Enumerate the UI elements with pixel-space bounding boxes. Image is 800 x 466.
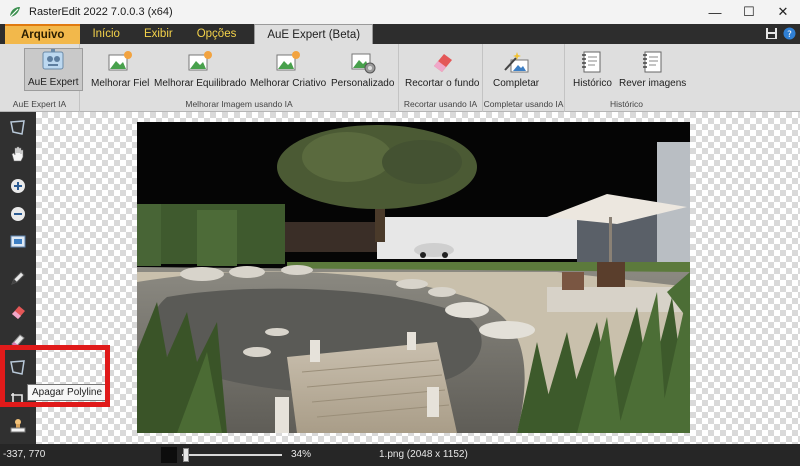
title-bar: RasterEdit 2022 7.0.0.3 (x64) — ☐ ✕ <box>0 0 800 24</box>
zoom-out-icon <box>11 207 25 221</box>
tab-exibir[interactable]: Exibir <box>132 24 185 44</box>
eraser-icon <box>434 54 453 72</box>
group-label-historico: Histórico <box>609 99 644 109</box>
ribbon-group-aue-expert: AuE Expert AuE Expert IA <box>0 44 83 112</box>
zoom-out-tool[interactable] <box>7 204 29 224</box>
zoom-in-icon <box>11 179 25 193</box>
melhorar-criativo-label: Melhorar Criativo <box>250 78 327 89</box>
minimize-button[interactable]: — <box>698 0 732 24</box>
tab-aue-expert[interactable]: AuE Expert (Beta) <box>254 24 374 44</box>
group-label-melhorar: Melhorar Imagem usando IA <box>185 99 293 109</box>
garden-render-image <box>137 122 690 433</box>
tab-inicio[interactable]: Início <box>80 24 132 44</box>
historico-button[interactable]: Histórico <box>573 50 612 89</box>
completar-label: Completar <box>493 78 540 89</box>
rever-imagens-label: Rever imagens <box>619 78 687 89</box>
zoom-slider-thumb[interactable] <box>183 448 189 462</box>
recortar-fundo-label: Recortar o fundo <box>405 78 480 89</box>
group-label-recortar: Recortar usando IA <box>403 99 478 109</box>
ribbon-group-recortar: Recortar o fundo Recortar usando IA <box>399 44 483 112</box>
historico-label: Histórico <box>573 78 612 89</box>
fit-screen-icon <box>10 235 26 248</box>
history-notebook-icon <box>582 51 601 73</box>
melhorar-criativo-button[interactable]: Melhorar Criativo <box>250 50 326 89</box>
melhorar-fiel-label: Melhorar Fiel <box>91 78 150 89</box>
stamp-icon <box>10 419 26 433</box>
fit-screen-tool[interactable] <box>7 232 29 252</box>
tab-opcoes[interactable]: Opções <box>185 24 249 44</box>
eraser-icon <box>12 306 25 319</box>
maximize-button[interactable]: ☐ <box>732 0 766 24</box>
magic-wand-icon <box>504 52 529 73</box>
hand-pan-tool[interactable] <box>7 144 29 164</box>
completar-button[interactable]: Completar <box>493 50 539 89</box>
image-enhance-icon <box>188 51 213 71</box>
zoom-in-tool[interactable] <box>7 176 29 196</box>
app-logo-icon <box>9 7 20 18</box>
cursor-coordinates: -337, 770 <box>3 449 46 460</box>
ribbon-group-melhorar: Melhorar Fiel Melhorar Equilibrado Melho… <box>80 44 399 112</box>
menu-tab-bar: Arquivo Início Exibir Opções AuE Expert … <box>0 24 800 44</box>
group-label-completar: Completar usando IA <box>483 99 564 109</box>
group-label-aue-expert: AuE Expert IA <box>12 99 67 109</box>
window-title: RasterEdit 2022 7.0.0.3 (x64) <box>29 6 173 18</box>
file-info: 1.png (2048 x 1152) <box>379 449 468 460</box>
ribbon-group-historico: Histórico Rever imagens Histórico <box>565 44 688 112</box>
image-settings-icon <box>351 53 376 74</box>
close-button[interactable]: ✕ <box>766 0 800 24</box>
tab-arquivo[interactable]: Arquivo <box>5 24 81 44</box>
melhorar-equilibrado-button[interactable]: Melhorar Equilibrado <box>154 50 246 89</box>
zoom-slider-track[interactable] <box>182 454 282 456</box>
review-notebook-icon <box>642 51 662 73</box>
pen-icon <box>11 271 25 285</box>
save-icon[interactable] <box>765 27 778 40</box>
image-enhance-icon <box>276 51 301 71</box>
ribbon: AuE Expert AuE Expert IA Melhorar Fiel M… <box>0 44 800 112</box>
ai-expert-icon <box>42 49 64 70</box>
stamp-tool[interactable] <box>7 416 29 436</box>
ribbon-group-completar: Completar Completar usando IA <box>483 44 565 112</box>
recortar-fundo-button[interactable]: Recortar o fundo <box>405 50 480 89</box>
help-icon[interactable]: ? <box>783 27 796 40</box>
color-swatch <box>161 447 177 463</box>
personalizado-label: Personalizado <box>331 78 395 89</box>
rever-imagens-button[interactable]: Rever imagens <box>619 50 686 89</box>
personalizado-button[interactable]: Personalizado <box>331 50 394 89</box>
image-enhance-icon <box>108 51 133 71</box>
hand-pan-icon <box>11 146 24 162</box>
svg-text:?: ? <box>787 30 792 40</box>
melhorar-equilibrado-label: Melhorar Equilibrado <box>154 78 247 89</box>
aue-expert-label: AuE Expert <box>28 77 79 88</box>
zoom-level: 34% <box>291 449 312 460</box>
polygon-select-icon <box>10 120 25 135</box>
polygon-select-tool[interactable] <box>7 118 29 138</box>
image-canvas[interactable] <box>36 112 800 444</box>
aue-expert-button[interactable]: AuE Expert <box>24 48 83 91</box>
melhorar-fiel-button[interactable]: Melhorar Fiel <box>91 50 149 89</box>
highlight-box <box>0 345 110 407</box>
status-bar: -337, 770 34% 1.png (2048 x 1152) <box>0 444 800 466</box>
eraser-tool[interactable] <box>7 302 29 322</box>
pen-tool[interactable] <box>7 268 29 288</box>
